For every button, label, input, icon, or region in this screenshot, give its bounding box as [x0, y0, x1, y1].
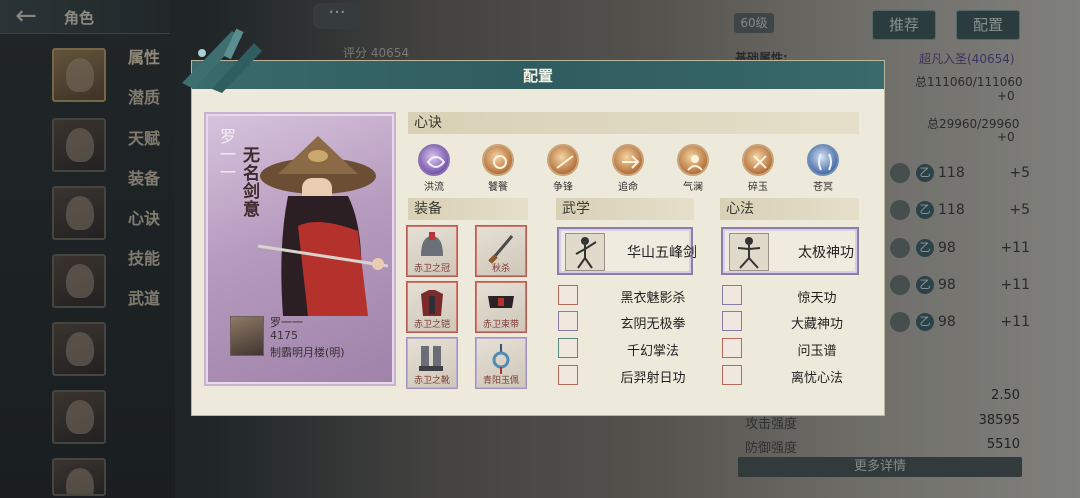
mini-character-name: 罗一一: [270, 316, 303, 329]
xinjue-slot[interactable]: 洪流: [409, 144, 459, 199]
equipment-slot-boots[interactable]: 赤卫之靴: [406, 337, 458, 389]
equipment-header: 装备: [408, 198, 528, 220]
martial-art-icon: [558, 285, 578, 305]
xinjue-slot[interactable]: 气澜: [668, 144, 718, 199]
main-martial-art-name: 华山五峰剑: [627, 245, 697, 261]
martial-art-icon: [558, 311, 578, 331]
martial-art-name: 后羿射日功: [620, 371, 686, 386]
equipment-slot-weapon[interactable]: 秋杀: [475, 225, 527, 277]
xinjue-header: 心诀: [408, 112, 859, 134]
xinjue-name: 饕餮: [488, 182, 508, 193]
inner-art-name: 大藏神功: [790, 317, 843, 332]
xinjue-slot[interactable]: 饕餮: [473, 144, 523, 199]
equipment-slot-helmet[interactable]: 赤卫之冠: [406, 225, 458, 277]
martial-art-icon: [558, 365, 578, 385]
equipment-name: 青阳玉佩: [482, 376, 519, 386]
xinjue-slot[interactable]: 争锋: [538, 144, 588, 199]
xinjue-name: 气澜: [683, 182, 703, 193]
xinjue-name: 追命: [618, 182, 638, 193]
xinjue-slot[interactable]: 追命: [603, 144, 653, 199]
equipment-slot-belt[interactable]: 赤卫束带: [475, 281, 527, 333]
hongliu-icon: [418, 144, 450, 176]
inner-art-name: 问玉谱: [797, 344, 837, 359]
inner-art-icon: [722, 285, 742, 305]
equipment-name: 赤卫之冠: [413, 264, 450, 274]
main-martial-art[interactable]: 华山五峰剑: [557, 227, 697, 275]
inner-art-item[interactable]: 问玉谱: [722, 338, 859, 360]
inner-art-icon: [722, 311, 742, 331]
modal-title: 配置: [522, 67, 553, 85]
martial-art-item[interactable]: 千幻掌法: [558, 338, 694, 360]
character-card[interactable]: 罗一一 无名剑意 罗一一 4175 制霸明月楼(明): [206, 114, 394, 384]
martial-art-item[interactable]: 后羿射日功: [558, 365, 694, 387]
main-inner-art-name: 太极神功: [798, 245, 854, 261]
inner-art-name: 惊天功: [797, 291, 837, 306]
xinjue-name: 苍冥: [813, 182, 833, 193]
sword-ornament-icon: [182, 28, 262, 93]
inner-art-name: 离忧心法: [790, 371, 843, 386]
inner-art-item[interactable]: 离忧心法: [722, 365, 859, 387]
inner-art-item[interactable]: 惊天功: [722, 285, 859, 307]
xinjue-name: 争锋: [553, 182, 573, 193]
zhengfeng-icon: [547, 144, 579, 176]
swordsman-icon: [565, 233, 605, 271]
xinjue-name: 碎玉: [748, 182, 768, 193]
qilan-icon: [677, 144, 709, 176]
wuxue-header: 武学: [556, 198, 694, 220]
xinjue-name: 洪流: [424, 182, 444, 193]
taiji-fighter-icon: [729, 233, 769, 271]
inner-art-item[interactable]: 大藏神功: [722, 311, 859, 333]
equipment-name: 秋杀: [491, 264, 510, 274]
martial-art-name: 玄阴无极拳: [620, 317, 686, 332]
character-illustration: [257, 136, 389, 316]
mini-avatar: [230, 316, 264, 356]
martial-art-name: 千幻掌法: [626, 344, 679, 359]
inner-art-icon: [722, 365, 742, 385]
modal-header: 配置: [192, 61, 884, 89]
xinfa-header: 心法: [720, 198, 859, 220]
main-inner-art[interactable]: 太极神功: [721, 227, 859, 275]
character-title: 无名剑意: [239, 146, 259, 218]
cangming-icon: [807, 144, 839, 176]
equipment-slot-armor[interactable]: 赤卫之铠: [406, 281, 458, 333]
equipment-slot-pendant[interactable]: 青阳玉佩: [475, 337, 527, 389]
equipment-name: 赤卫之铠: [413, 320, 450, 330]
character-power: 4175: [270, 329, 298, 342]
equipment-name: 赤卫束带: [482, 320, 519, 330]
martial-art-icon: [558, 338, 578, 358]
martial-art-item[interactable]: 黑衣魅影杀: [558, 285, 694, 307]
config-modal: 配置 罗一一 无名剑意 罗一一 4175 制霸明月楼(明) 心诀 洪流 饕餮 争…: [182, 28, 885, 416]
character-rank: 制霸明月楼(明): [270, 346, 345, 359]
character-name: 罗一一: [217, 128, 236, 182]
zhuiming-icon: [612, 144, 644, 176]
xinjue-slot[interactable]: 苍冥: [798, 144, 848, 199]
inner-art-icon: [722, 338, 742, 358]
martial-art-name: 黑衣魅影杀: [620, 291, 686, 306]
taotie-icon: [482, 144, 514, 176]
xinjue-slot[interactable]: 碎玉: [733, 144, 783, 199]
martial-art-item[interactable]: 玄阴无极拳: [558, 311, 694, 333]
suiyu-icon: [742, 144, 774, 176]
equipment-name: 赤卫之靴: [413, 376, 450, 386]
